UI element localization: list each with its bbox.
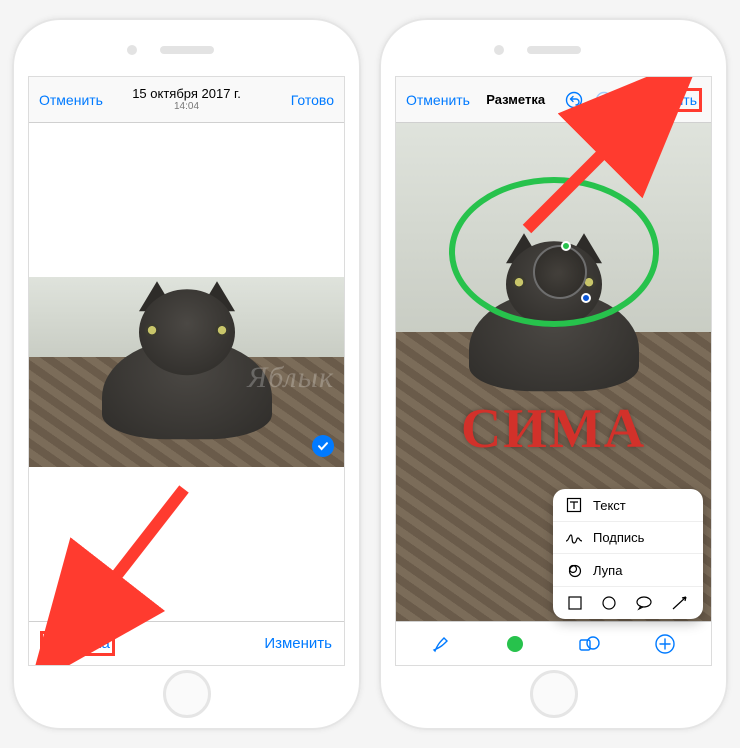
magnifier-handle-blue[interactable] [581,293,591,303]
navbar: Отменить Разметка Сохранить [396,77,711,123]
screen-left: Отменить 15 октября 2017 г. 14:04 Готово [28,76,345,666]
markup-button[interactable]: Разметка [41,632,114,655]
nav-title: 15 октября 2017 г. 14:04 [132,86,241,114]
navbar: Отменить 15 октября 2017 г. 14:04 Готово [29,77,344,123]
undo-icon[interactable] [563,89,585,111]
pen-tool-icon[interactable] [431,633,453,655]
home-button[interactable] [530,670,578,718]
bottom-bar: Разметка Изменить [29,621,344,665]
add-tool-icon[interactable] [654,633,676,655]
phone-speaker [527,46,581,54]
redo-icon [593,89,615,111]
phone-left: Отменить 15 октября 2017 г. 14:04 Готово [12,18,361,730]
nav-date: 15 октября 2017 г. [132,86,241,101]
photo-area: Яблык [29,123,344,621]
cancel-button[interactable]: Отменить [406,92,470,108]
popover-item-magnifier[interactable]: Лупа [553,554,703,587]
popover-label: Подпись [593,530,644,545]
shape-arrow-icon[interactable] [671,595,689,611]
shape-circle-icon[interactable] [601,595,617,611]
color-picker-button[interactable] [507,636,523,652]
popover-item-signature[interactable]: Подпись [553,522,703,554]
edit-button[interactable]: Изменить [264,635,332,652]
phone-speaker [160,46,214,54]
popover-item-text[interactable]: Текст [553,489,703,522]
watermark: Яблык [248,361,335,395]
phone-right: Отменить Разметка Сохранить [379,18,728,730]
shapes-tool-icon[interactable] [578,633,600,655]
text-icon [565,497,583,513]
markup-magnifier[interactable] [533,245,587,299]
popover-shapes-row [553,587,703,619]
signature-icon [565,531,583,545]
popover-label: Лупа [593,563,622,578]
done-button[interactable]: Готово [291,92,334,108]
nav-time: 14:04 [132,101,241,113]
magnifier-handle-green[interactable] [561,241,571,251]
save-button[interactable]: Сохранить [623,89,701,111]
screen-right: Отменить Разметка Сохранить [395,76,712,666]
phone-camera [127,45,137,55]
markup-toolbar [396,621,711,665]
popover-label: Текст [593,498,626,513]
nav-title: Разметка [486,92,545,108]
shape-bubble-icon[interactable] [635,595,653,611]
home-button[interactable] [163,670,211,718]
selected-check-icon [312,435,334,457]
phone-camera [494,45,504,55]
shape-rect-icon[interactable] [567,595,583,611]
cancel-button[interactable]: Отменить [39,92,103,108]
nav-title-label: Разметка [486,92,545,107]
magnifier-icon [565,562,583,578]
photo[interactable]: Яблык [29,277,344,467]
markup-text[interactable]: СИМА [396,397,711,461]
add-popover: Текст Подпись Лупа [553,489,703,619]
